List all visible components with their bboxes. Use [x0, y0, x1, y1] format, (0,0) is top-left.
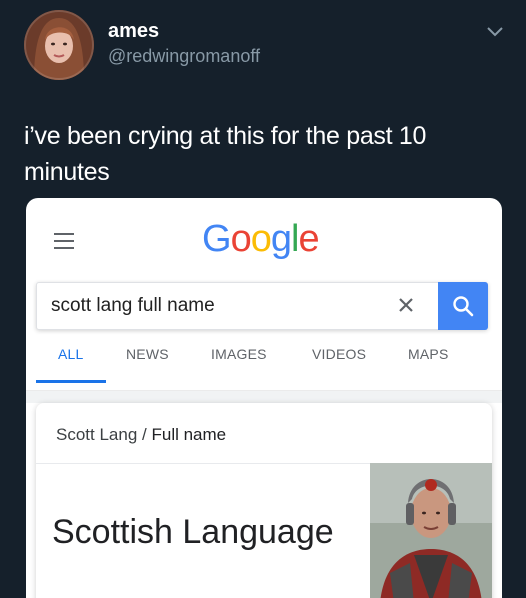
- google-screenshot[interactable]: Google ALL NEWS IMAGES VIDEOS MAPS: [26, 198, 502, 598]
- answer-text: Scottish Language: [52, 513, 334, 551]
- search-tabs: ALL NEWS IMAGES VIDEOS MAPS: [36, 346, 496, 386]
- breadcrumb-attribute: Full name: [151, 425, 227, 444]
- tweet-text: i’ve been crying at this for the past 10…: [24, 122, 427, 186]
- google-logo-letter: e: [298, 218, 319, 260]
- google-logo-letter: g: [270, 218, 292, 260]
- tab-videos[interactable]: VIDEOS: [312, 346, 366, 362]
- tab-maps[interactable]: MAPS: [408, 346, 448, 362]
- google-logo-letter: o: [250, 218, 272, 260]
- results-background: [26, 391, 502, 403]
- search-box[interactable]: [36, 282, 488, 330]
- active-tab-indicator: [36, 380, 106, 383]
- display-name[interactable]: ames: [108, 20, 159, 43]
- tweet: ames @redwingromanoff i’ve been crying a…: [0, 0, 526, 598]
- breadcrumb[interactable]: Scott Lang / Full name: [56, 425, 226, 445]
- ant-man-image: [370, 463, 492, 598]
- tab-images[interactable]: IMAGES: [211, 346, 267, 362]
- google-logo: Google: [202, 218, 320, 261]
- chevron-down-icon[interactable]: [486, 26, 504, 38]
- tab-news[interactable]: NEWS: [126, 346, 169, 362]
- google-logo-letter: o: [230, 218, 252, 260]
- search-button[interactable]: [438, 282, 488, 330]
- hamburger-menu-icon[interactable]: [54, 233, 74, 249]
- search-icon: [453, 296, 474, 317]
- search-input[interactable]: [51, 295, 371, 317]
- clear-icon[interactable]: [394, 293, 418, 317]
- ant-man-photo[interactable]: [370, 463, 492, 598]
- user-handle[interactable]: @redwingromanoff: [108, 46, 260, 67]
- breadcrumb-separator: /: [142, 425, 147, 444]
- breadcrumb-subject[interactable]: Scott Lang: [56, 425, 137, 444]
- avatar[interactable]: [24, 10, 94, 80]
- google-logo-letter: G: [202, 218, 232, 260]
- knowledge-panel[interactable]: Scott Lang / Full name Scottish Language: [36, 403, 492, 598]
- avatar-image: [24, 10, 94, 80]
- tab-all[interactable]: ALL: [58, 346, 84, 362]
